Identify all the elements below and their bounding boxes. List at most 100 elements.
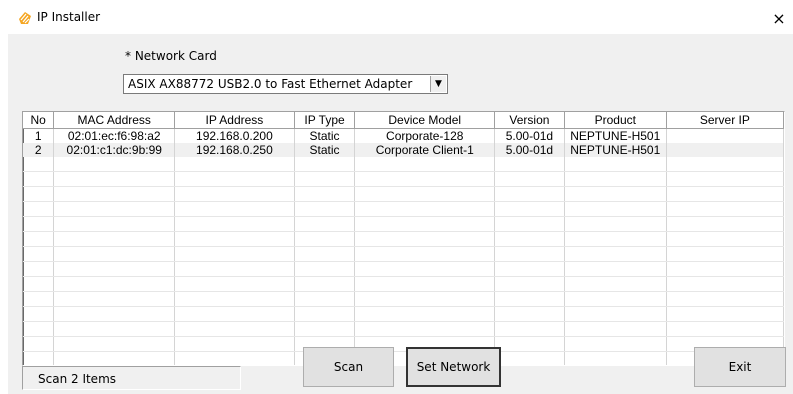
scan-button[interactable]: Scan: [303, 347, 394, 387]
empty-table-row: [23, 321, 784, 337]
empty-table-row: [23, 351, 784, 365]
empty-table-cell: [23, 291, 55, 307]
title-bar: IP Installer ×: [0, 0, 793, 34]
set-network-button[interactable]: Set Network: [406, 347, 501, 387]
table-cell: Static: [294, 143, 356, 157]
column-header[interactable]: Server IP: [666, 112, 784, 129]
empty-table-cell: [53, 306, 176, 322]
empty-table-cell: [174, 246, 295, 262]
table-row[interactable]: 1 02:01:ec:f6:98:a2 192.168.0.200 Static…: [23, 128, 784, 143]
status-text: Scan 2 Items: [38, 372, 117, 386]
table-cell: 192.168.0.250: [174, 143, 295, 157]
empty-table-cell: [23, 336, 55, 352]
scan-button-label: Scan: [333, 360, 364, 374]
empty-table-cell: [53, 246, 176, 262]
empty-table-cell: [564, 231, 667, 247]
empty-table-cell: [294, 276, 356, 292]
empty-table-cell: [294, 231, 356, 247]
empty-table-cell: [294, 261, 356, 277]
empty-table-cell: [564, 306, 667, 322]
empty-table-cell: [23, 351, 55, 365]
network-card-select[interactable]: ASIX AX88772 USB2.0 to Fast Ethernet Ada…: [123, 74, 448, 94]
empty-table-cell: [666, 157, 784, 172]
empty-table-row: [23, 291, 784, 307]
empty-table-cell: [174, 171, 295, 187]
empty-table-cell: [174, 216, 295, 232]
empty-table-cell: [23, 261, 55, 277]
table-row[interactable]: 2 02:01:c1:dc:9b:99 192.168.0.250 Static…: [23, 143, 784, 157]
empty-table-cell: [53, 336, 176, 352]
empty-table-cell: [53, 321, 176, 337]
empty-table-row: [23, 186, 784, 202]
empty-table-row: [23, 306, 784, 322]
empty-table-cell: [494, 186, 565, 202]
empty-table-cell: [564, 321, 667, 337]
empty-table-cell: [666, 306, 784, 322]
empty-table-cell: [354, 186, 496, 202]
empty-table-cell: [666, 201, 784, 217]
empty-table-cell: [53, 276, 176, 292]
exit-button-label: Exit: [728, 360, 752, 374]
empty-table-cell: [494, 306, 565, 322]
empty-table-row: [23, 276, 784, 292]
empty-table-cell: [23, 276, 55, 292]
empty-table-cell: [494, 231, 565, 247]
empty-table-cell: [564, 246, 667, 262]
column-header[interactable]: IP Type: [294, 112, 356, 129]
exit-button[interactable]: Exit: [694, 347, 786, 387]
ip-installer-window: IP Installer × * Network Card ASIX AX887…: [0, 0, 793, 394]
empty-table-row: [23, 201, 784, 217]
table-cell: NEPTUNE-H501: [564, 143, 667, 157]
empty-table-cell: [53, 186, 176, 202]
empty-table-cell: [354, 231, 496, 247]
column-header[interactable]: MAC Address: [53, 112, 176, 129]
empty-table-cell: [666, 321, 784, 337]
column-header[interactable]: IP Address: [174, 112, 295, 129]
empty-table-cell: [494, 321, 565, 337]
empty-table-cell: [23, 157, 55, 172]
set-network-button-label: Set Network: [416, 360, 491, 374]
empty-table-cell: [294, 201, 356, 217]
close-button[interactable]: ×: [766, 6, 792, 30]
window-title: IP Installer: [37, 10, 101, 24]
empty-table-cell: [494, 171, 565, 187]
table-cell: [666, 143, 784, 157]
table-cell: 1: [23, 128, 55, 143]
empty-table-cell: [23, 171, 55, 187]
empty-table-cell: [494, 246, 565, 262]
empty-table-cell: [23, 306, 55, 322]
empty-table-cell: [174, 157, 295, 172]
empty-table-cell: [53, 171, 176, 187]
empty-table-cell: [666, 216, 784, 232]
empty-table-row: [23, 336, 784, 352]
empty-table-cell: [23, 186, 55, 202]
empty-table-cell: [666, 246, 784, 262]
column-header[interactable]: No: [23, 112, 55, 129]
chevron-down-icon[interactable]: ▼: [430, 76, 446, 92]
empty-table-cell: [23, 201, 55, 217]
empty-table-cell: [354, 246, 496, 262]
empty-table-cell: [53, 291, 176, 307]
empty-table-cell: [354, 201, 496, 217]
empty-table-cell: [354, 321, 496, 337]
empty-table-cell: [494, 157, 565, 172]
empty-table-cell: [174, 261, 295, 277]
empty-table-cell: [53, 201, 176, 217]
column-header[interactable]: Product: [564, 112, 667, 129]
table-cell: Corporate-128: [354, 128, 496, 143]
table-cell: [666, 128, 784, 143]
device-list[interactable]: No MAC Address IP Address IP Type Device…: [22, 111, 785, 366]
column-header[interactable]: Device Model: [354, 112, 496, 129]
status-box: Scan 2 Items: [22, 366, 241, 390]
column-header[interactable]: Version: [494, 112, 565, 129]
table-cell: Corporate Client-1: [354, 143, 496, 157]
empty-table-cell: [564, 336, 667, 352]
empty-table-cell: [23, 231, 55, 247]
empty-table-cell: [564, 186, 667, 202]
empty-table-cell: [494, 351, 565, 365]
empty-table-cell: [354, 171, 496, 187]
empty-table-cell: [564, 276, 667, 292]
table-cell: 02:01:ec:f6:98:a2: [53, 128, 176, 143]
empty-table-row: [23, 246, 784, 262]
table-cell: 5.00-01d: [494, 143, 565, 157]
